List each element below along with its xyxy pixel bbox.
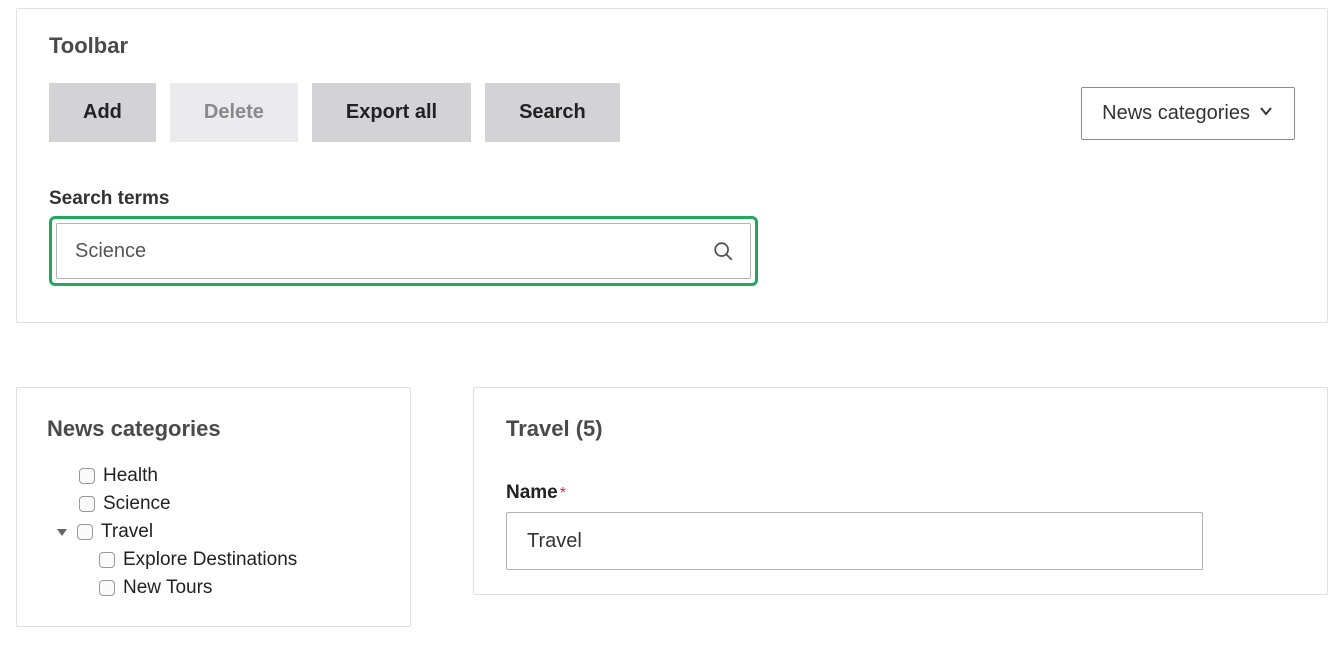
- categories-tree-panel: News categories Health Science Travel Ex…: [16, 387, 411, 627]
- toolbar-title: Toolbar: [49, 33, 620, 59]
- search-terms-input[interactable]: [73, 239, 712, 264]
- tree-item-health[interactable]: Health: [47, 462, 380, 490]
- select-target-dropdown[interactable]: News categories: [1081, 87, 1295, 140]
- category-detail-panel: Travel (5) Name*: [473, 387, 1328, 595]
- dropdown-label: News categories: [1102, 102, 1250, 125]
- tree-item-travel[interactable]: Travel: [47, 518, 380, 546]
- tree-item-label: Health: [103, 465, 158, 487]
- name-field-input[interactable]: [506, 512, 1203, 570]
- tree-item-science[interactable]: Science: [47, 490, 380, 518]
- export-all-button[interactable]: Export all: [312, 83, 471, 142]
- checkbox[interactable]: [79, 496, 95, 512]
- name-field-label: Name: [506, 482, 558, 503]
- checkbox[interactable]: [99, 580, 115, 596]
- tree-item-label: New Tours: [123, 577, 212, 599]
- search-terms-label: Search terms: [49, 188, 1295, 210]
- categories-tree: Health Science Travel Explore Destinatio…: [47, 462, 380, 602]
- toolbar-button-group: Add Delete Export all Search: [49, 83, 620, 142]
- detail-header: Travel (5): [506, 416, 1295, 442]
- delete-button: Delete: [170, 83, 298, 142]
- tree-item-label: Science: [103, 493, 171, 515]
- disclosure-triangle-icon[interactable]: [55, 525, 69, 539]
- search-icon[interactable]: [712, 240, 734, 262]
- categories-tree-title: News categories: [47, 416, 380, 442]
- tree-item-label: Explore Destinations: [123, 549, 297, 571]
- required-asterisk: *: [560, 485, 566, 502]
- tree-item-new-tours[interactable]: New Tours: [47, 574, 380, 602]
- chevron-down-icon: [1258, 102, 1274, 125]
- checkbox[interactable]: [79, 468, 95, 484]
- toolbar-panel: Toolbar Add Delete Export all Search New…: [16, 8, 1328, 323]
- tree-item-label: Travel: [101, 521, 153, 543]
- search-button[interactable]: Search: [485, 83, 620, 142]
- checkbox[interactable]: [77, 524, 93, 540]
- search-focus-ring: [49, 216, 758, 286]
- add-button[interactable]: Add: [49, 83, 156, 142]
- tree-item-explore-destinations[interactable]: Explore Destinations: [47, 546, 380, 574]
- search-section: Search terms: [49, 188, 1295, 286]
- checkbox[interactable]: [99, 552, 115, 568]
